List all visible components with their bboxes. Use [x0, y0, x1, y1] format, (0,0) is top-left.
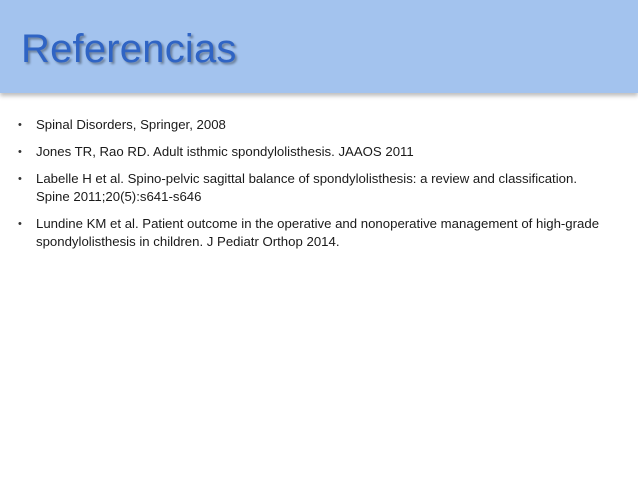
bullet-icon: • — [18, 146, 22, 158]
reference-text: Lundine KM et al. Patient outcome in the… — [36, 216, 600, 249]
slide: Referencias • Spinal Disorders, Springer… — [0, 0, 638, 479]
reference-text: Labelle H et al. Spino-pelvic sagittal b… — [36, 171, 577, 204]
bullet-icon: • — [18, 218, 22, 230]
bullet-icon: • — [18, 173, 22, 185]
reference-item: • Labelle H et al. Spino-pelvic sagittal… — [18, 170, 613, 206]
bullet-icon: • — [18, 119, 22, 131]
reference-item: • Lundine KM et al. Patient outcome in t… — [18, 215, 613, 251]
title-bar: Referencias — [0, 0, 638, 93]
reference-text: Jones TR, Rao RD. Adult isthmic spondylo… — [36, 144, 414, 159]
reference-item: • Spinal Disorders, Springer, 2008 — [18, 116, 613, 134]
reference-list: • Spinal Disorders, Springer, 2008 • Jon… — [18, 116, 613, 260]
reference-item: • Jones TR, Rao RD. Adult isthmic spondy… — [18, 143, 613, 161]
slide-title: Referencias — [21, 27, 237, 71]
reference-text: Spinal Disorders, Springer, 2008 — [36, 117, 226, 132]
